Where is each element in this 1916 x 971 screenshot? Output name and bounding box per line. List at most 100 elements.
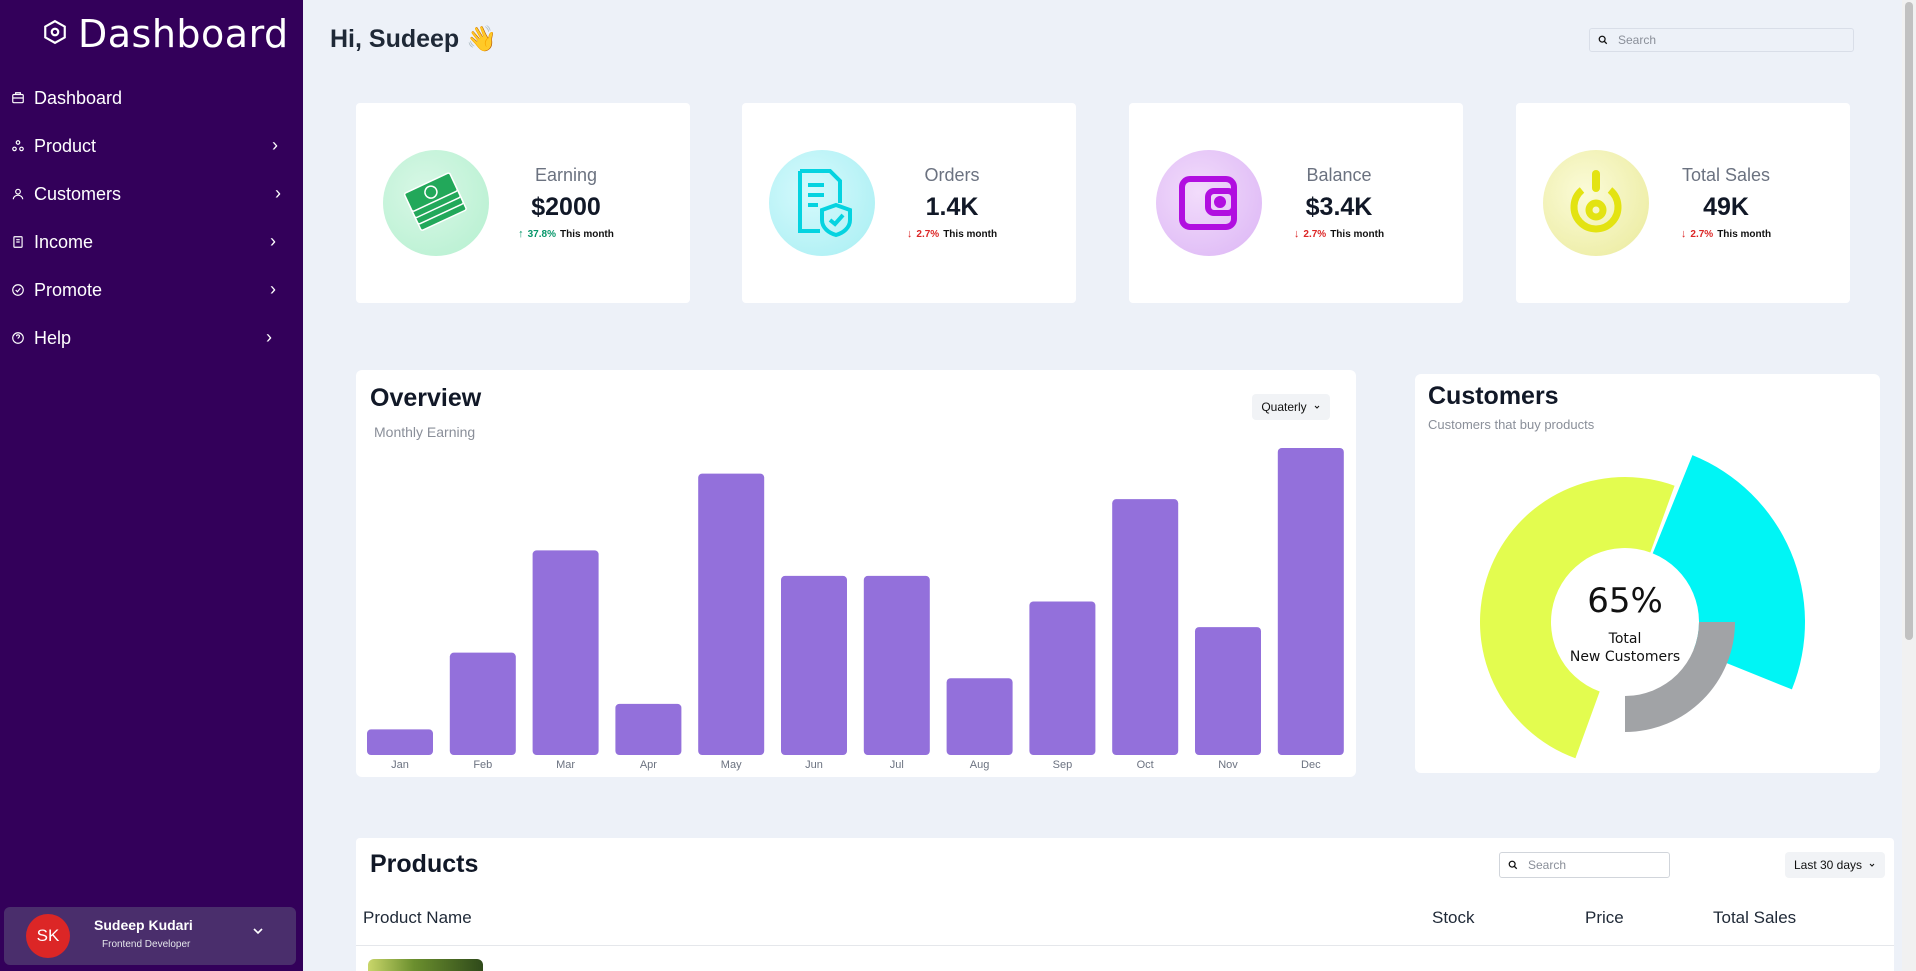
chevron-right-icon[interactable]: › [275, 183, 281, 204]
sidebar-item-promote[interactable]: Promote [10, 270, 102, 310]
sidebar-item-customers[interactable]: Customers [10, 174, 121, 214]
search-icon [1508, 859, 1520, 871]
chevron-right-icon[interactable]: › [272, 135, 278, 156]
x-tick-label: Jun [805, 759, 823, 771]
column-header-price[interactable]: Price [1585, 908, 1624, 928]
user-role: Frontend Developer [102, 939, 191, 950]
trend-percent: 37.8% [527, 228, 556, 240]
bar-nov[interactable] [1195, 627, 1261, 755]
stat-label: Orders [924, 165, 980, 185]
page-greeting: Hi, Sudeep 👋 [330, 25, 498, 53]
user-profile-card[interactable]: SK Sudeep Kudari Frontend Developer [4, 907, 296, 965]
column-header-product-name[interactable]: Product Name [363, 908, 472, 928]
x-tick-label: Jan [391, 759, 409, 771]
brand-title: Dashboard [78, 12, 289, 56]
trend-text: This month [1717, 228, 1772, 240]
bar-may[interactable] [698, 473, 765, 755]
arrow-down-icon: ↓ [1680, 228, 1687, 240]
search-icon [1598, 34, 1610, 46]
sidebar-item-dashboard[interactable]: Dashboard [10, 78, 122, 118]
products-search-input[interactable]: Search [1499, 852, 1670, 878]
customers-donut-chart: 65% Total New Customers [1480, 455, 1805, 759]
column-header-total-sales[interactable]: Total Sales [1713, 908, 1796, 928]
wallet-icon [10, 234, 26, 250]
x-tick-label: Apr [640, 759, 657, 771]
products-period-dropdown[interactable]: Last 30 days [1785, 852, 1885, 878]
donut-slice-2[interactable] [1625, 622, 1735, 732]
stat-value: 1.4K [925, 193, 979, 221]
bar-jul[interactable] [863, 575, 930, 755]
user-icon [10, 186, 26, 202]
trend-text: This month [1330, 228, 1385, 240]
document-shield-icon [769, 150, 875, 256]
bar-dec[interactable] [1277, 448, 1344, 755]
arrow-down-icon: ↓ [1293, 228, 1300, 240]
sidebar-item-label: Customers [34, 183, 122, 204]
stat-value: $2000 [531, 193, 601, 221]
avatar: SK [26, 914, 70, 958]
products-title: Products [370, 850, 479, 878]
promote-icon [10, 282, 26, 298]
chevron-right-icon[interactable]: › [266, 327, 272, 348]
hexagon-logo-icon [42, 19, 68, 50]
stat-label: Balance [1306, 165, 1372, 185]
scrollbar-thumb[interactable] [1905, 2, 1913, 640]
chevron-right-icon[interactable]: › [270, 279, 276, 300]
sidebar-item-help[interactable]: Help [10, 318, 71, 358]
brand[interactable]: Dashboard [42, 12, 289, 56]
chevron-right-icon[interactable]: › [270, 231, 276, 252]
sidebar-item-income[interactable]: Income [10, 222, 93, 262]
bar-feb[interactable] [449, 652, 516, 755]
customers-panel: Customers Customers that buy products 65… [1415, 374, 1880, 773]
header-search-input[interactable]: Search [1589, 28, 1854, 52]
sidebar: Dashboard Dashboard Product › Customers … [0, 0, 303, 971]
sidebar-item-label: Dashboard [34, 87, 123, 108]
help-icon [10, 330, 26, 346]
bar-oct[interactable] [1112, 499, 1179, 755]
x-tick-label: Feb [473, 759, 492, 771]
donut-center-value: 65% [1587, 581, 1663, 621]
search-placeholder: Search [1618, 33, 1657, 47]
donut-center-label: New Customers [1570, 649, 1680, 665]
trend-percent: 2.7% [916, 228, 940, 240]
stat-card-orders: Orders 1.4K ↓ 2.7% This month [742, 103, 1076, 303]
donut-center-label: Total [1608, 631, 1642, 647]
bar-aug[interactable] [946, 678, 1013, 755]
page-scrollbar[interactable] [1902, 0, 1916, 971]
trend-text: This month [559, 228, 614, 240]
trend-percent: 2.7% [1690, 228, 1714, 240]
sidebar-item-label: Income [34, 231, 94, 252]
chevron-down-icon [1868, 858, 1876, 872]
search-placeholder: Search [1528, 858, 1567, 872]
stat-label: Total Sales [1681, 165, 1771, 185]
sidebar-item-label: Product [34, 135, 97, 156]
bar-sep[interactable] [1029, 601, 1096, 756]
x-tick-label: May [721, 759, 742, 771]
wallet-icon [1156, 150, 1262, 256]
trend-percent: 2.7% [1303, 228, 1327, 240]
stat-label: Earning [534, 165, 598, 185]
stat-trend: ↓ 2.7% This month [1283, 228, 1395, 240]
period-dropdown-label: Last 30 days [1793, 858, 1863, 872]
product-icon [10, 138, 26, 154]
stat-card-balance: Balance $3.4K ↓ 2.7% This month [1129, 103, 1463, 303]
x-tick-label: Aug [970, 759, 990, 771]
products-panel: Products Search Last 30 days [356, 838, 1894, 971]
stat-trend: ↓ 2.7% This month [1670, 228, 1782, 240]
bar-jun[interactable] [781, 575, 847, 755]
product-thumbnail [368, 959, 483, 971]
user-name: Sudeep Kudari [94, 917, 193, 933]
x-tick-label: Nov [1218, 759, 1238, 771]
x-tick-label: Jul [890, 759, 904, 771]
bar-mar[interactable] [532, 550, 599, 755]
bar-apr[interactable] [615, 703, 682, 755]
stat-trend: ↑ 37.8% This month [510, 228, 622, 240]
chevron-down-icon[interactable] [250, 923, 266, 939]
x-tick-label: Mar [556, 759, 575, 771]
sidebar-item-product[interactable]: Product [10, 126, 96, 166]
column-header-stock[interactable]: Stock [1432, 908, 1475, 928]
bar-jan[interactable] [367, 729, 433, 755]
sidebar-item-label: Promote [34, 279, 103, 300]
trend-text: This month [943, 228, 998, 240]
overview-panel: Overview Monthly Earning Quaterly Jan Feb… [356, 370, 1356, 777]
